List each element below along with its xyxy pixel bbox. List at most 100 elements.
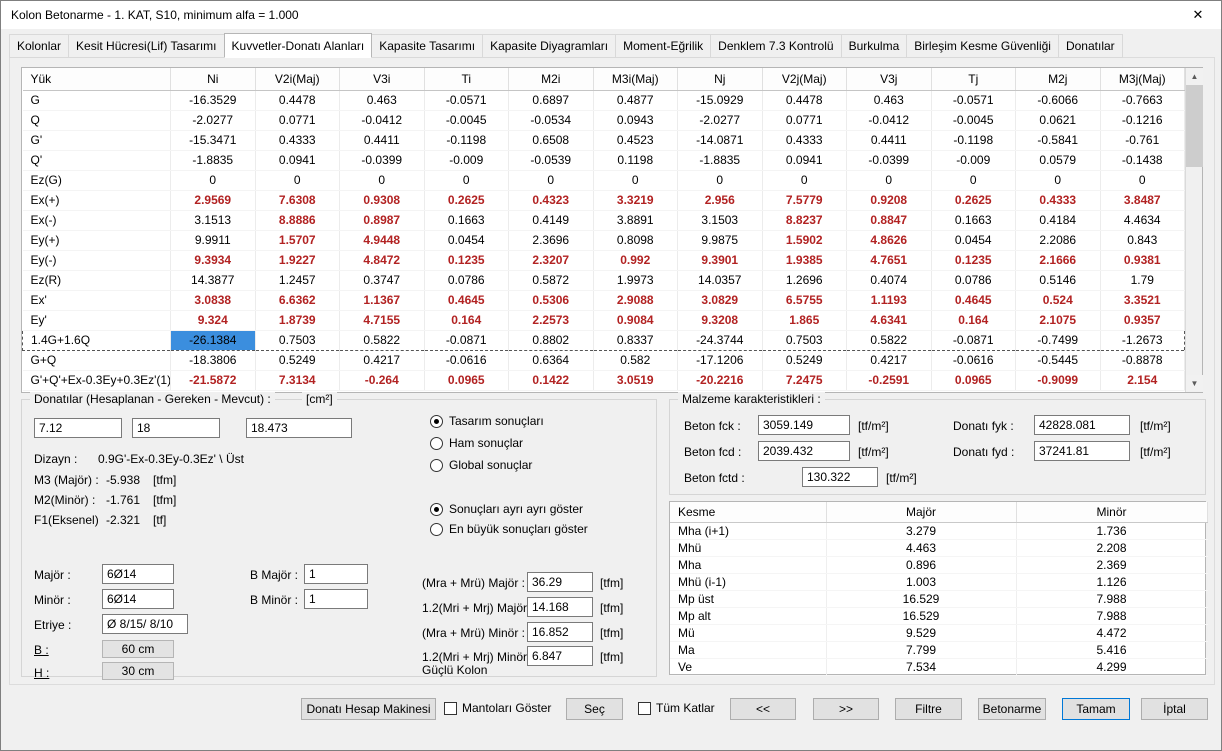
force-value-cell[interactable]: 0.5872 <box>509 270 594 290</box>
mra-mru-minor-input[interactable] <box>527 622 593 642</box>
force-value-cell[interactable]: -21.5872 <box>171 370 256 390</box>
force-value-cell[interactable]: 0.5822 <box>340 330 425 350</box>
force-value-cell[interactable]: -0.0571 <box>931 90 1016 110</box>
tab-kesit-h-cresi-lif-tasar-m[interactable]: Kesit Hücresi(Lif) Tasarımı <box>68 34 224 58</box>
force-value-cell[interactable]: -0.0871 <box>424 330 509 350</box>
force-value-cell[interactable]: -0.5445 <box>1016 350 1101 370</box>
betonarme-button[interactable]: Betonarme <box>978 698 1046 720</box>
force-value-cell[interactable]: 0 <box>1016 170 1101 190</box>
force-value-cell[interactable]: 2.9569 <box>171 190 256 210</box>
force-value-cell[interactable]: 0.8337 <box>593 330 678 350</box>
load-case-label[interactable]: Ex' <box>23 290 171 310</box>
force-value-cell[interactable]: 3.8487 <box>1100 190 1185 210</box>
etriye-input[interactable] <box>102 614 188 634</box>
force-value-cell[interactable]: 1.79 <box>1100 270 1185 290</box>
force-value-cell[interactable]: 0.4217 <box>847 350 932 370</box>
load-case-label[interactable]: Ex(+) <box>23 190 171 210</box>
force-value-cell[interactable]: 3.3219 <box>593 190 678 210</box>
force-value-cell[interactable]: 4.7651 <box>847 250 932 270</box>
scroll-up-button[interactable]: ▲ <box>1186 68 1203 85</box>
mri-mrj-major-input[interactable] <box>527 597 593 617</box>
forces-row[interactable]: G'+Q'+Ex-0.3Ey+0.3Ez'(1)-21.58727.3134-0… <box>23 370 1185 390</box>
load-case-label[interactable]: Ez(G) <box>23 170 171 190</box>
force-value-cell[interactable]: 9.3934 <box>171 250 256 270</box>
forces-row[interactable]: Q-2.02770.0771-0.0412-0.0045-0.05340.094… <box>23 110 1185 130</box>
force-value-cell[interactable]: 3.0829 <box>678 290 763 310</box>
force-value-cell[interactable]: 0.463 <box>340 90 425 110</box>
force-value-cell[interactable]: 4.8626 <box>847 230 932 250</box>
force-value-cell[interactable]: 0.5146 <box>1016 270 1101 290</box>
force-value-cell[interactable]: 0.7503 <box>255 330 340 350</box>
force-value-cell[interactable]: 0.8987 <box>340 210 425 230</box>
force-value-cell[interactable]: 0 <box>593 170 678 190</box>
donati-hesap-makinesi-button[interactable]: Donatı Hesap Makinesi <box>301 698 436 720</box>
force-value-cell[interactable]: 0.6508 <box>509 130 594 150</box>
force-value-cell[interactable]: 0.2625 <box>931 190 1016 210</box>
force-value-cell[interactable]: 0.4645 <box>931 290 1016 310</box>
force-value-cell[interactable]: 8.8237 <box>762 210 847 230</box>
force-value-cell[interactable]: 0.4523 <box>593 130 678 150</box>
beton-fcd-input[interactable] <box>758 441 850 461</box>
force-value-cell[interactable]: 0.0579 <box>1016 150 1101 170</box>
close-button[interactable]: ✕ <box>1175 1 1221 29</box>
force-value-cell[interactable]: -15.3471 <box>171 130 256 150</box>
force-value-cell[interactable]: 0.8847 <box>847 210 932 230</box>
load-case-label[interactable]: Q' <box>23 150 171 170</box>
force-value-cell[interactable]: 0 <box>171 170 256 190</box>
force-value-cell[interactable]: -0.009 <box>424 150 509 170</box>
force-value-cell[interactable]: -0.264 <box>340 370 425 390</box>
donati-fyk-input[interactable] <box>1034 415 1130 435</box>
forces-row[interactable]: Ex'3.08386.63621.13670.46450.53062.90883… <box>23 290 1185 310</box>
force-value-cell[interactable]: 0.4149 <box>509 210 594 230</box>
load-case-label[interactable]: Ey(+) <box>23 230 171 250</box>
force-value-cell[interactable]: 2.3696 <box>509 230 594 250</box>
donati-hesaplanan-input[interactable] <box>34 418 122 438</box>
force-value-cell[interactable]: 0.1663 <box>931 210 1016 230</box>
force-value-cell[interactable]: 0 <box>424 170 509 190</box>
force-value-cell[interactable]: -15.0929 <box>678 90 763 110</box>
forces-row[interactable]: 1.4G+1.6Q-26.13840.75030.5822-0.08710.88… <box>23 330 1185 350</box>
force-value-cell[interactable]: 0.4333 <box>255 130 340 150</box>
force-value-cell[interactable]: 2.1075 <box>1016 310 1101 330</box>
force-value-cell[interactable]: 0.0454 <box>931 230 1016 250</box>
force-value-cell[interactable]: 4.6341 <box>847 310 932 330</box>
tab-kuvvetler-donat-alanlar[interactable]: Kuvvetler-Donatı Alanları <box>224 33 373 58</box>
filtre-button[interactable]: Filtre <box>895 698 962 720</box>
load-case-label[interactable]: Q <box>23 110 171 130</box>
force-value-cell[interactable]: -0.761 <box>1100 130 1185 150</box>
b-minor-input[interactable] <box>304 589 368 609</box>
force-value-cell[interactable]: 0.4645 <box>424 290 509 310</box>
force-value-cell[interactable]: 0.0771 <box>255 110 340 130</box>
force-value-cell[interactable]: -1.8835 <box>171 150 256 170</box>
force-value-cell[interactable]: 0 <box>931 170 1016 190</box>
force-value-cell[interactable]: -0.7663 <box>1100 90 1185 110</box>
force-value-cell[interactable]: 4.7155 <box>340 310 425 330</box>
forces-row[interactable]: Ex(+)2.95697.63080.93080.26250.43233.321… <box>23 190 1185 210</box>
tab-denklem-7-3-kontrol[interactable]: Denklem 7.3 Kontrolü <box>710 34 841 58</box>
tab-burkulma[interactable]: Burkulma <box>841 34 908 58</box>
force-value-cell[interactable]: 0.0943 <box>593 110 678 130</box>
load-case-label[interactable]: G' <box>23 130 171 150</box>
load-case-label[interactable]: Ex(-) <box>23 210 171 230</box>
force-value-cell[interactable]: 0.164 <box>931 310 1016 330</box>
force-value-cell[interactable]: 4.8472 <box>340 250 425 270</box>
force-value-cell[interactable]: 0.2625 <box>424 190 509 210</box>
force-value-cell[interactable]: 0.5822 <box>847 330 932 350</box>
force-value-cell[interactable]: -1.2673 <box>1100 330 1185 350</box>
force-value-cell[interactable]: -0.0399 <box>847 150 932 170</box>
force-value-cell[interactable]: 7.3134 <box>255 370 340 390</box>
b-dimension-button[interactable]: 60 cm <box>102 640 174 658</box>
mri-mrj-minor-input[interactable] <box>527 646 593 666</box>
force-value-cell[interactable]: 0.5306 <box>509 290 594 310</box>
force-value-cell[interactable]: -1.8835 <box>678 150 763 170</box>
force-value-cell[interactable]: 0.843 <box>1100 230 1185 250</box>
tab-donat-lar[interactable]: Donatılar <box>1058 34 1123 58</box>
forces-row[interactable]: Ez(R)14.38771.24570.37470.07860.58721.99… <box>23 270 1185 290</box>
force-value-cell[interactable]: 8.8886 <box>255 210 340 230</box>
force-value-cell[interactable]: 1.5902 <box>762 230 847 250</box>
force-value-cell[interactable]: -16.3529 <box>171 90 256 110</box>
force-value-cell[interactable]: 14.0357 <box>678 270 763 290</box>
force-value-cell[interactable]: 3.3521 <box>1100 290 1185 310</box>
radio-global-sonuclar[interactable]: Global sonuçlar <box>430 458 532 472</box>
force-value-cell[interactable]: 0.0965 <box>424 370 509 390</box>
